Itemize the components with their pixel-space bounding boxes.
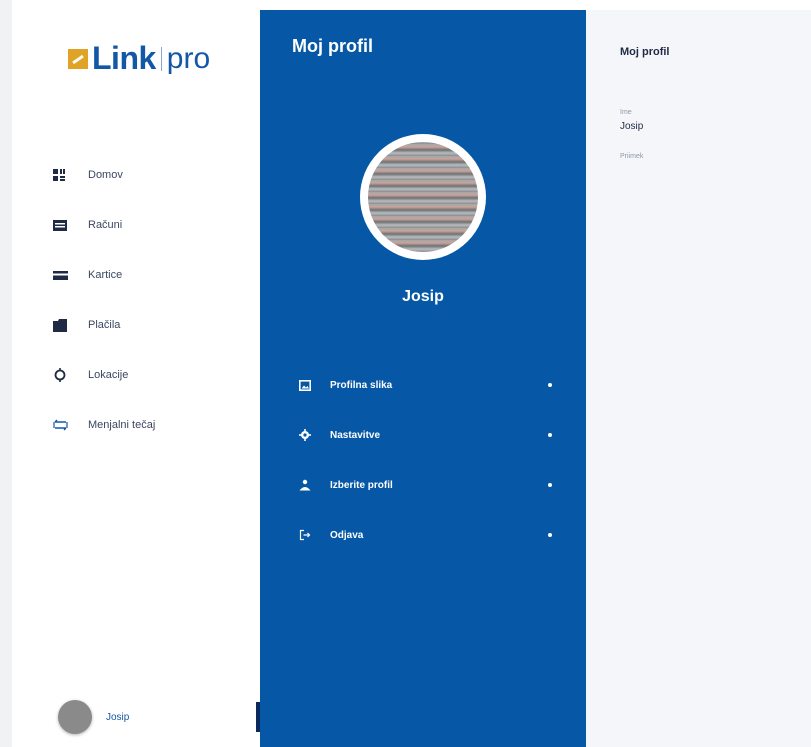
sidebar-item-domov[interactable]: Domov — [52, 150, 155, 200]
menu-item-label: Nastavitve — [330, 429, 381, 441]
image-icon — [298, 378, 312, 392]
logo-mark-icon — [68, 48, 88, 69]
wallet-icon — [52, 317, 68, 333]
chevron-right-icon — [548, 383, 552, 387]
chevron-right-icon — [548, 433, 552, 437]
field-label-ime: Ime — [620, 109, 632, 116]
left-edge-strip — [0, 0, 12, 747]
sidebar-item-label: Menjalni tečaj — [88, 419, 156, 431]
home-icon — [52, 167, 68, 183]
sidebar-user-name: Josip — [106, 711, 130, 723]
chevron-right-icon — [548, 483, 552, 487]
profile-photo — [368, 142, 478, 252]
sidebar: Link pro Domov Računi Kartice Plačila Lo… — [12, 0, 260, 747]
user-icon — [298, 478, 312, 492]
menu-item-label: Izberite profil — [330, 479, 393, 491]
sidebar-item-placila[interactable]: Plačila — [52, 300, 155, 350]
sidebar-item-racuni[interactable]: Računi — [52, 200, 155, 250]
chevron-right-icon — [548, 533, 552, 537]
sidebar-item-menjalni-tecaj[interactable]: Menjalni tečaj — [52, 400, 155, 450]
detail-title: Moj profil — [620, 46, 670, 58]
sidebar-item-kartice[interactable]: Kartice — [52, 250, 155, 300]
sidebar-item-label: Računi — [88, 219, 123, 231]
logo-divider — [160, 46, 162, 71]
profile-name: Josip — [402, 288, 444, 305]
sidebar-item-label: Kartice — [88, 269, 123, 281]
profile-avatar[interactable] — [360, 134, 486, 260]
menu-item-nastavitve[interactable]: Nastavitve — [298, 410, 552, 460]
sidebar-item-label: Lokacije — [88, 369, 129, 381]
sidebar-item-label: Plačila — [88, 319, 121, 331]
accounts-icon — [52, 217, 68, 233]
app-logo[interactable]: Link pro — [68, 40, 210, 77]
menu-item-profilna-slika[interactable]: Profilna slika — [298, 360, 552, 410]
card-icon — [52, 267, 68, 283]
avatar — [58, 700, 92, 734]
exchange-icon — [52, 417, 68, 433]
sidebar-user[interactable]: Josip — [58, 700, 129, 734]
menu-item-odjava[interactable]: Odjava — [298, 510, 552, 560]
location-icon — [52, 367, 68, 383]
profile-panel-title: Moj profil — [292, 36, 373, 56]
field-label-priimek: Priimek — [620, 153, 644, 160]
field-value-ime: Josip — [620, 121, 644, 132]
menu-item-label: Odjava — [330, 529, 364, 541]
logo-suffix-text: pro — [166, 41, 211, 75]
profile-menu: Profilna slika Nastavitve Izberite profi… — [298, 360, 552, 560]
profile-detail: Moj profil Ime Josip Priimek — [586, 10, 811, 747]
logout-icon — [298, 528, 312, 542]
sidebar-item-label: Domov — [88, 169, 123, 181]
menu-item-label: Profilna slika — [330, 379, 393, 391]
sidebar-item-lokacije[interactable]: Lokacije — [52, 350, 155, 400]
logo-brand-text: Link — [92, 40, 156, 76]
sidebar-nav: Domov Računi Kartice Plačila Lokacije Me… — [52, 150, 155, 450]
profile-panel: Moj profil Josip Profilna slika Nastavit… — [260, 10, 586, 747]
menu-item-izberite-profil[interactable]: Izberite profil — [298, 460, 552, 510]
gear-icon — [298, 428, 312, 442]
